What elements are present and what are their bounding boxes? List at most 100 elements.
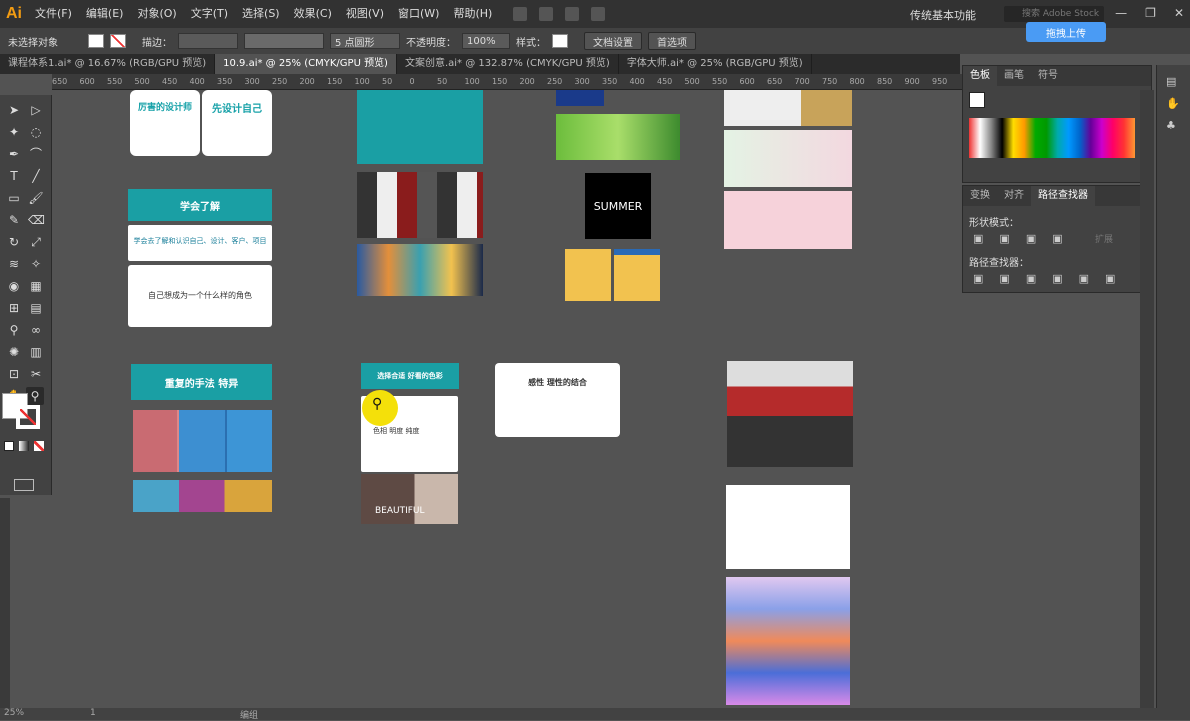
eyedropper-icon[interactable]: ⚲	[6, 323, 22, 337]
menu-select[interactable]: 选择(S)	[235, 0, 287, 28]
artboard-teal-list[interactable]	[357, 90, 483, 164]
gradient-mode-icon[interactable]	[19, 441, 29, 451]
blend-icon[interactable]: ∞	[28, 323, 44, 337]
direct-selection-tool-icon[interactable]: ▷	[28, 103, 44, 117]
artboard-beautiful[interactable]: BEAUTIFUL	[361, 474, 458, 524]
slice-tool-icon[interactable]: ✂	[28, 367, 44, 381]
artboard-design-self-card[interactable]: 先设计自己	[202, 90, 272, 156]
tab-align[interactable]: 对齐	[997, 186, 1031, 206]
fill-stroke-icon[interactable]	[969, 92, 985, 108]
exclude-icon[interactable]: ▣	[1052, 232, 1062, 245]
artboard-product-grid[interactable]	[727, 361, 853, 467]
menu-edit[interactable]: 编辑(E)	[79, 0, 131, 28]
artboard-ui-collage[interactable]	[726, 577, 850, 705]
gradient-icon[interactable]: ▤	[28, 301, 44, 315]
artboard-repeat-header[interactable]: 重复的手法 特异	[131, 364, 272, 400]
brush-panel-icon[interactable]: ✋	[1166, 97, 1180, 110]
menu-file[interactable]: 文件(F)	[28, 0, 79, 28]
artboard-beer-banner[interactable]	[556, 114, 680, 160]
type-tool-icon[interactable]: T	[6, 169, 22, 183]
gpu-icon[interactable]	[591, 7, 606, 21]
brush-select[interactable]: 5 点圆形	[330, 33, 400, 49]
artboard-photo-grid[interactable]	[357, 172, 483, 238]
rectangle-tool-icon[interactable]: ▭	[6, 191, 22, 205]
menu-help[interactable]: 帮助(H)	[446, 0, 499, 28]
mesh-icon[interactable]: ⊞	[6, 301, 22, 315]
tab-symbols[interactable]: 符号	[1031, 66, 1065, 86]
tab-pathfinder[interactable]: 路径查找器	[1031, 186, 1095, 206]
artboard-color-header[interactable]: 选择合适 好看的色彩	[361, 363, 459, 389]
stock-search-input[interactable]: 搜索 Adobe Stock	[1004, 6, 1104, 22]
artboard-learn-body[interactable]: 学会去了解和认识自己、设计、客户、项目	[128, 225, 272, 261]
style-swatch[interactable]	[552, 34, 568, 48]
unite-icon[interactable]: ▣	[973, 232, 983, 245]
expand-button[interactable]: 扩展	[1095, 232, 1113, 245]
line-tool-icon[interactable]: ╱	[28, 169, 44, 183]
outline-icon[interactable]: ▣	[1079, 272, 1089, 285]
divide-icon[interactable]: ▣	[973, 272, 983, 285]
artboard-fashion-banner-1[interactable]	[724, 130, 852, 187]
tab-swatches[interactable]: 色板	[963, 66, 997, 86]
stock-icon[interactable]	[539, 7, 554, 21]
artboard-iphone[interactable]	[726, 485, 850, 569]
vertical-scrollbar[interactable]	[1140, 90, 1154, 710]
eraser-icon[interactable]: ⌫	[28, 213, 45, 227]
artboard-emotion-card[interactable]: 感性 理性的结合	[495, 363, 620, 437]
color-panel-icon[interactable]: ▤	[1166, 75, 1176, 88]
tab-transform[interactable]: 变换	[963, 186, 997, 206]
artboard-designer-card[interactable]: 厉害的设计师	[130, 90, 200, 156]
rotate-icon[interactable]: ↻	[6, 235, 22, 249]
menu-view[interactable]: 视图(V)	[339, 0, 391, 28]
merge-icon[interactable]: ▣	[1026, 272, 1036, 285]
variable-width-select[interactable]	[244, 33, 324, 49]
paintbrush-icon[interactable]: 🖌	[28, 191, 44, 205]
tab-doc-2[interactable]: 10.9.ai* @ 25% (CMYK/GPU 预览)	[215, 54, 397, 74]
artboard-berries[interactable]	[556, 90, 604, 106]
menu-type[interactable]: 文字(T)	[184, 0, 235, 28]
menu-object[interactable]: 对象(O)	[130, 0, 183, 28]
close-icon[interactable]: ✕	[1174, 6, 1184, 20]
shape-builder-icon[interactable]: ◉	[6, 279, 22, 293]
perspective-icon[interactable]: ▦	[28, 279, 44, 293]
symbol-panel-icon[interactable]: ♣	[1166, 119, 1176, 132]
stroke-color-icon[interactable]	[16, 405, 40, 429]
zoom-tool-icon[interactable]: ⚲	[26, 387, 44, 405]
shaper-icon[interactable]: ✎	[6, 213, 22, 227]
zoom-level[interactable]: 25%	[4, 708, 24, 718]
crop-icon[interactable]: ▣	[1052, 272, 1062, 285]
minus-back-icon[interactable]: ▣	[1105, 272, 1115, 285]
artboard-pattern-grid[interactable]	[133, 410, 272, 472]
artboard-summer-yellow-1[interactable]	[565, 249, 611, 301]
opacity-input[interactable]: 100%	[462, 33, 510, 49]
artboard-learn-header[interactable]: 学会了解	[128, 189, 272, 221]
curvature-icon[interactable]: ⌒	[28, 147, 44, 161]
bridge-icon[interactable]	[513, 7, 528, 21]
arrange-icon[interactable]	[565, 7, 580, 21]
maximize-icon[interactable]: ❐	[1145, 6, 1156, 20]
minus-front-icon[interactable]: ▣	[999, 232, 1009, 245]
swatch-grid[interactable]	[969, 118, 1135, 158]
scale-icon[interactable]: ⤢	[28, 235, 44, 249]
artboard-illustration-grid[interactable]	[357, 244, 483, 296]
artboard-summer-yellow-2[interactable]	[614, 249, 660, 301]
tab-doc-3[interactable]: 文案创意.ai* @ 132.87% (CMYK/GPU 预览)	[397, 54, 619, 74]
document-settings-button[interactable]: 文档设置	[584, 32, 642, 50]
intersect-icon[interactable]: ▣	[1026, 232, 1036, 245]
artboard-summer-black[interactable]: SUMMER	[585, 173, 651, 239]
stroke-weight-select[interactable]	[178, 33, 238, 49]
screen-mode-icon[interactable]	[14, 479, 34, 491]
graph-tool-icon[interactable]: ▥	[28, 345, 44, 359]
fill-swatch[interactable]	[88, 34, 104, 48]
symbol-sprayer-icon[interactable]: ✺	[6, 345, 22, 359]
preferences-button[interactable]: 首选项	[648, 32, 696, 50]
canvas[interactable]: 厉害的设计师 先设计自己 学会了解 学会去了解和认识自己、设计、客户、项目 自己…	[52, 90, 962, 708]
upload-button[interactable]: 拖拽上传	[1026, 22, 1106, 42]
artboard-role-card[interactable]: 自己想成为一个什么样的角色	[128, 265, 272, 327]
lasso-icon[interactable]: ◌	[28, 125, 44, 139]
stroke-swatch[interactable]	[110, 34, 126, 48]
warp-icon[interactable]: ≋	[6, 257, 22, 271]
menu-effect[interactable]: 效果(C)	[287, 0, 339, 28]
menu-window[interactable]: 窗口(W)	[391, 0, 446, 28]
puppet-warp-icon[interactable]: ✧	[28, 257, 44, 271]
magic-wand-icon[interactable]: ✦	[6, 125, 22, 139]
